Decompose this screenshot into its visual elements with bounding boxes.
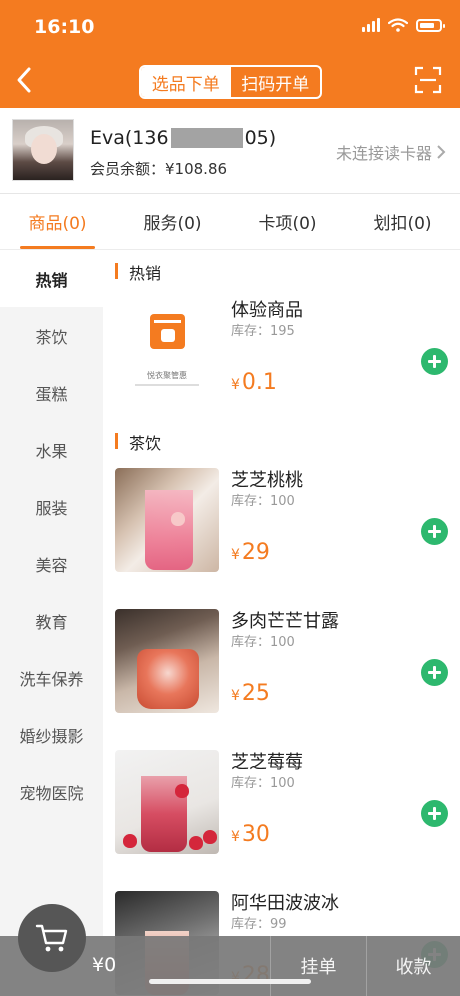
battery-icon xyxy=(416,19,445,32)
price-value: 0.1 xyxy=(241,370,277,395)
member-balance: 会员余额：¥108.86 xyxy=(90,160,228,178)
product-image xyxy=(115,609,219,713)
product-name: 芝芝莓莓 xyxy=(231,752,303,773)
member-name: Eva(136 05) xyxy=(90,127,276,149)
back-button[interactable] xyxy=(8,62,40,98)
category-education[interactable]: 教育 xyxy=(0,592,103,649)
category-cake[interactable]: 蛋糕 xyxy=(0,364,103,421)
cart-button[interactable] xyxy=(18,904,86,972)
price-value: 30 xyxy=(241,822,270,847)
status-icons xyxy=(362,18,445,32)
signal-icon xyxy=(362,18,380,32)
add-to-cart-button[interactable] xyxy=(421,518,448,545)
hold-order-button[interactable]: 挂单 xyxy=(270,936,366,996)
list-item[interactable]: 芝芝莓莓 库存：100 ¥30 xyxy=(103,750,460,856)
tab-services[interactable]: 服务(0) xyxy=(115,194,230,249)
category-fruit[interactable]: 水果 xyxy=(0,421,103,478)
product-name: 体验商品 xyxy=(231,300,303,321)
product-name: 芝芝桃桃 xyxy=(231,470,303,491)
product-price: ¥25 xyxy=(231,681,270,706)
product-price: ¥29 xyxy=(231,540,270,565)
category-beauty[interactable]: 美容 xyxy=(0,535,103,592)
add-to-cart-button[interactable] xyxy=(421,348,448,375)
screen: 16:10 选品下单 扫码开单 Eva(136 05) 会员余额：¥108.86… xyxy=(0,0,460,996)
add-to-cart-button[interactable] xyxy=(421,659,448,686)
home-indicator xyxy=(149,979,311,984)
tab-scan-order[interactable]: 扫码开单 xyxy=(231,67,321,97)
card-reader-label: 未连接读卡器 xyxy=(335,144,432,163)
avatar xyxy=(12,119,74,181)
price-currency: ¥ xyxy=(231,547,240,563)
category-tea[interactable]: 茶饮 xyxy=(0,307,103,364)
list-item[interactable]: 多肉芒芒甘露 库存：100 ¥25 xyxy=(103,609,460,715)
scan-icon[interactable] xyxy=(414,66,442,94)
logo-caption: 悦衣聚管惠 xyxy=(147,371,187,380)
product-list: 热销 悦衣聚管惠 体验商品 库存：195 ¥0.1 茶饮 芝芝桃桃 库存：100… xyxy=(103,250,460,996)
price-value: 25 xyxy=(241,681,270,706)
category-car-wash[interactable]: 洗车保养 xyxy=(0,649,103,706)
status-time: 16:10 xyxy=(34,16,95,38)
category-hot[interactable]: 热销 xyxy=(0,250,103,307)
member-name-suffix: 05) xyxy=(244,127,277,149)
product-stock: 库存：100 xyxy=(231,494,295,509)
price-currency: ¥ xyxy=(231,829,240,845)
tab-goods[interactable]: 商品(0) xyxy=(0,194,115,249)
product-name: 阿华田波波冰 xyxy=(231,893,339,914)
category-pet-hospital[interactable]: 宠物医院 xyxy=(0,763,103,820)
price-value: 29 xyxy=(241,540,270,565)
product-price: ¥0.1 xyxy=(231,370,277,395)
add-to-cart-button[interactable] xyxy=(421,800,448,827)
product-image: 悦衣聚管惠 xyxy=(115,298,219,402)
product-price: ¥30 xyxy=(231,822,270,847)
category-sidebar: 热销 茶饮 蛋糕 水果 服装 美容 教育 洗车保养 婚纱摄影 宠物医院 xyxy=(0,250,103,996)
price-currency: ¥ xyxy=(231,688,240,704)
brand-logo xyxy=(150,314,185,349)
member-info: Eva(136 05) 会员余额：¥108.86 未连接读卡器 xyxy=(0,108,460,194)
category-clothing[interactable]: 服装 xyxy=(0,478,103,535)
list-item[interactable]: 悦衣聚管惠 体验商品 库存：195 ¥0.1 xyxy=(103,298,460,404)
product-stock: 库存：100 xyxy=(231,635,295,650)
cart-total: ¥0 xyxy=(92,954,117,976)
order-mode-switch: 选品下单 扫码开单 xyxy=(139,65,322,99)
app-header: 16:10 选品下单 扫码开单 xyxy=(0,0,460,108)
cart-icon xyxy=(35,924,68,952)
phone-mask xyxy=(170,128,243,148)
product-image xyxy=(115,468,219,572)
card-reader-status[interactable]: 未连接读卡器 xyxy=(336,140,446,164)
category-wedding-photo[interactable]: 婚纱摄影 xyxy=(0,706,103,763)
product-stock: 库存：99 xyxy=(231,917,287,932)
wifi-icon xyxy=(388,18,408,32)
tab-deductions[interactable]: 划扣(0) xyxy=(345,194,460,249)
tab-cards[interactable]: 卡项(0) xyxy=(230,194,345,249)
product-stock: 库存：100 xyxy=(231,776,295,791)
product-stock: 库存：195 xyxy=(231,324,295,339)
chevron-right-icon xyxy=(437,145,446,159)
member-name-prefix: Eva(136 xyxy=(90,127,169,149)
product-name: 多肉芒芒甘露 xyxy=(231,611,339,632)
section-title-tea: 茶饮 xyxy=(115,430,161,454)
tab-select-order[interactable]: 选品下单 xyxy=(141,67,231,97)
list-item[interactable]: 芝芝桃桃 库存：100 ¥29 xyxy=(103,468,460,574)
section-title-hot: 热销 xyxy=(115,260,161,284)
chevron-left-icon xyxy=(17,67,31,93)
product-image xyxy=(115,750,219,854)
checkout-button[interactable]: 收款 xyxy=(366,936,460,996)
item-type-tabs: 商品(0) 服务(0) 卡项(0) 划扣(0) xyxy=(0,194,460,250)
price-currency: ¥ xyxy=(231,377,240,393)
